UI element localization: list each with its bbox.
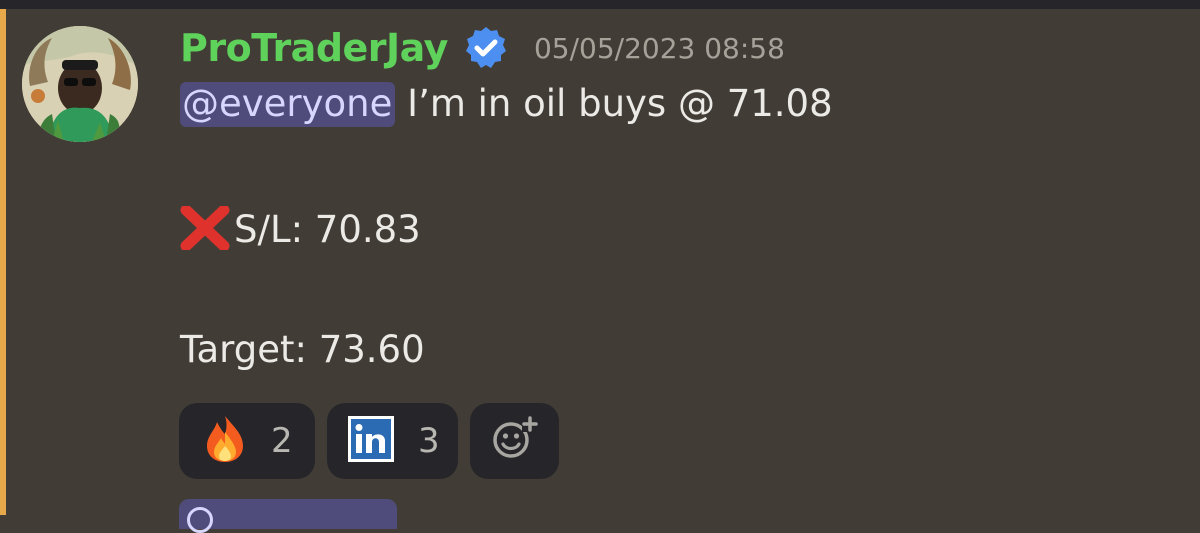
linkedin-icon: [348, 416, 394, 466]
message-line-target: Target: 73.60: [180, 326, 425, 374]
avatar[interactable]: [22, 26, 138, 142]
reaction-fire[interactable]: 2: [179, 403, 315, 479]
mention-highlight-bar: [0, 9, 6, 515]
message-line-entry: @everyone I’m in oil buys @ 71.08: [180, 80, 833, 128]
partial-icon: [187, 507, 213, 533]
username[interactable]: ProTraderJay: [180, 26, 448, 70]
partial-mention-chip: [179, 499, 397, 533]
entry-text: I’m in oil buys @ 71.08: [395, 82, 833, 125]
message-line-stop-loss: S/L: 70.83: [180, 204, 421, 254]
reaction-linkedin[interactable]: 3: [327, 403, 458, 479]
verified-badge-icon: [462, 24, 510, 72]
add-reaction-button[interactable]: [470, 403, 559, 479]
timestamp: 05/05/2023 08:58: [533, 31, 785, 65]
reactions-bar: 2 3: [179, 403, 559, 479]
everyone-mention[interactable]: @everyone: [180, 82, 396, 127]
top-divider-bar: [0, 0, 1200, 9]
reaction-count: 3: [418, 421, 440, 461]
add-reaction-icon: [492, 416, 538, 466]
reaction-count: 2: [271, 421, 293, 461]
fire-emoji-icon: [203, 414, 247, 468]
target-text: Target: 73.60: [180, 328, 425, 371]
cross-mark-icon: [180, 204, 230, 252]
stop-loss-text: S/L: 70.83: [234, 208, 421, 251]
message-header: ProTraderJay 05/05/2023 08:58: [180, 20, 785, 76]
